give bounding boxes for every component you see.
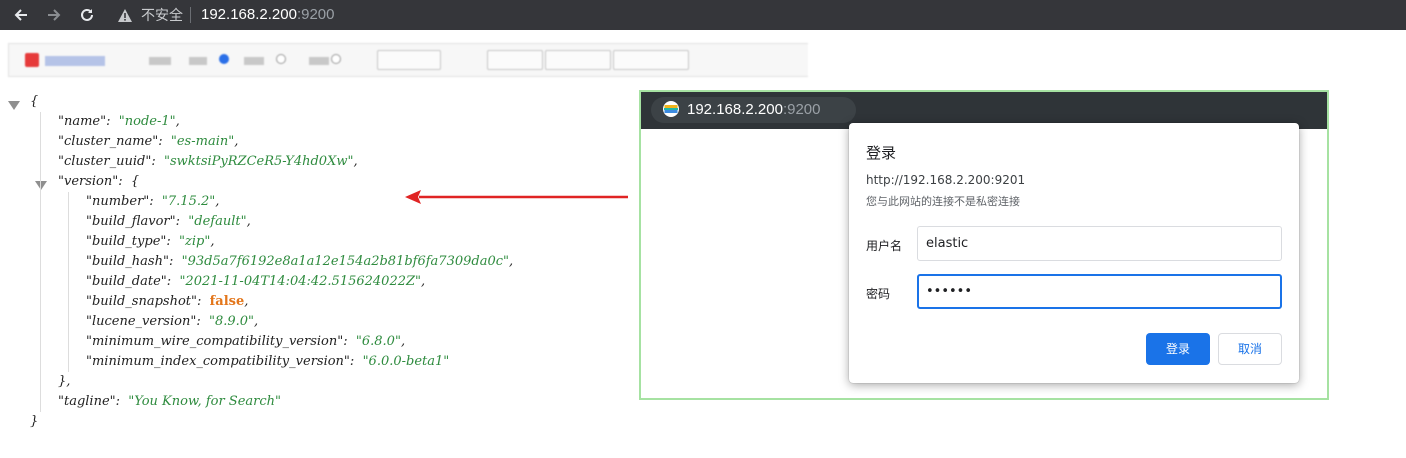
extension-toolbar bbox=[8, 43, 808, 77]
json-value: "6.8.0" bbox=[355, 334, 401, 349]
json-value: "node-1" bbox=[118, 114, 176, 129]
json-line: "lucene_version": "8.9.0", bbox=[86, 314, 259, 329]
json-line: { bbox=[30, 92, 38, 112]
json-key: "name" bbox=[58, 114, 107, 129]
json-line: "tagline": "You Know, for Search" bbox=[58, 394, 282, 409]
json-line: "minimum_index_compatibility_version": "… bbox=[86, 354, 450, 369]
json-key: "build_type" bbox=[86, 234, 167, 249]
json-value: false bbox=[209, 294, 245, 309]
json-line: } bbox=[30, 412, 38, 432]
extension-label bbox=[244, 57, 264, 65]
json-value: { bbox=[30, 94, 39, 109]
extension-label bbox=[309, 57, 329, 65]
browser-toolbar: 不安全 192.168.2.200:9200 bbox=[0, 0, 1406, 30]
security-label[interactable]: 不安全 bbox=[141, 6, 183, 24]
forward-button[interactable] bbox=[42, 3, 66, 27]
json-key: "build_snapshot" bbox=[86, 294, 198, 309]
json-key: "cluster_uuid" bbox=[58, 154, 152, 169]
extension-button[interactable] bbox=[613, 50, 689, 70]
json-value: { bbox=[130, 174, 140, 189]
json-line: "build_type": "zip", bbox=[86, 234, 215, 249]
json-value: "8.9.0" bbox=[208, 314, 255, 329]
password-field[interactable]: •••••• bbox=[917, 274, 1282, 309]
json-line: "version": { bbox=[58, 174, 140, 189]
username-field[interactable]: elastic bbox=[917, 226, 1282, 261]
json-key: "minimum_index_compatibility_version" bbox=[86, 354, 350, 369]
password-label: 密码 bbox=[866, 287, 891, 301]
popup-url[interactable]: 192.168.2.200:9200 bbox=[687, 100, 820, 120]
arrow-right-icon bbox=[48, 9, 61, 21]
address-port: :9200 bbox=[296, 6, 335, 23]
extension-button[interactable] bbox=[487, 50, 543, 70]
auth-dialog: 登录 http://192.168.2.200:9201 您与此网站的连接不是私… bbox=[849, 123, 1299, 383]
extension-name bbox=[45, 56, 105, 66]
login-button[interactable]: 登录 bbox=[1146, 333, 1210, 365]
json-line: "cluster_name": "es-main", bbox=[58, 134, 239, 149]
json-key: "number" bbox=[86, 194, 150, 209]
extension-radio[interactable] bbox=[219, 54, 229, 64]
warning-icon[interactable] bbox=[116, 6, 134, 24]
back-button[interactable] bbox=[9, 3, 33, 27]
username-label: 用户名 bbox=[866, 239, 903, 253]
popup-url-host: 192.168.2.200 bbox=[687, 101, 783, 118]
json-key: "cluster_name" bbox=[58, 134, 159, 149]
popup-url-port: :9200 bbox=[782, 101, 821, 118]
address-host: 192.168.2.200 bbox=[201, 6, 297, 23]
json-key: "build_flavor" bbox=[86, 214, 176, 229]
json-line: "build_hash": "93d5a7f6192e8a1a12e154a2b… bbox=[86, 254, 514, 269]
json-value: "swktsiPyRZCeR5-Y4hd0Xw" bbox=[163, 154, 354, 169]
indent-guide bbox=[40, 112, 41, 412]
extension-label bbox=[149, 57, 171, 65]
extension-button[interactable] bbox=[377, 50, 441, 70]
json-value: }, bbox=[58, 374, 71, 389]
json-value: "93d5a7f6192e8a1a12e154a2b81bf6fa7309da0… bbox=[181, 254, 509, 269]
dialog-title: 登录 bbox=[866, 144, 897, 162]
json-line: "minimum_wire_compatibility_version": "6… bbox=[86, 334, 406, 349]
json-line: "name": "node-1", bbox=[58, 114, 180, 129]
json-value: "6.0.0-beta1" bbox=[362, 354, 450, 369]
json-key: "build_date" bbox=[86, 274, 167, 289]
json-line: "build_flavor": "default", bbox=[86, 214, 251, 229]
collapse-version-icon[interactable] bbox=[35, 181, 47, 190]
json-value: "es-main" bbox=[170, 134, 235, 149]
address-bar[interactable]: 192.168.2.200:9200 bbox=[201, 5, 334, 25]
indent-guide bbox=[68, 192, 69, 372]
json-value: "default" bbox=[188, 214, 247, 229]
elastic-logo-icon bbox=[663, 101, 679, 117]
json-line: }, bbox=[58, 372, 70, 392]
json-line: "number": "7.15.2", bbox=[86, 194, 220, 209]
json-key: "minimum_wire_compatibility_version" bbox=[86, 334, 344, 349]
extension-button[interactable] bbox=[545, 50, 611, 70]
extension-radio[interactable] bbox=[331, 54, 341, 64]
json-key: "version" bbox=[58, 174, 119, 189]
reload-icon bbox=[81, 8, 93, 21]
json-key: "lucene_version" bbox=[86, 314, 197, 329]
json-value: } bbox=[30, 414, 39, 429]
cancel-button[interactable]: 取消 bbox=[1218, 333, 1282, 365]
dialog-connection-note: 您与此网站的连接不是私密连接 bbox=[866, 195, 1020, 208]
json-line: "cluster_uuid": "swktsiPyRZCeR5-Y4hd0Xw"… bbox=[58, 154, 358, 169]
arrow-left-icon bbox=[14, 9, 27, 21]
collapse-root-icon[interactable] bbox=[8, 101, 20, 110]
json-value: "2021-11-04T14:04:42.515624022Z" bbox=[179, 274, 422, 289]
json-value: "zip" bbox=[179, 234, 211, 249]
dialog-url: http://192.168.2.200:9201 bbox=[866, 173, 1026, 187]
reload-button[interactable] bbox=[75, 3, 99, 27]
json-key: "tagline" bbox=[58, 394, 116, 409]
address-divider bbox=[190, 7, 191, 23]
json-key: "build_hash" bbox=[86, 254, 169, 269]
json-line: "build_snapshot": false, bbox=[86, 294, 249, 309]
extension-logo-icon bbox=[25, 53, 39, 67]
json-value: "7.15.2" bbox=[161, 194, 216, 209]
json-value: "You Know, for Search" bbox=[128, 394, 282, 409]
extension-label bbox=[189, 57, 207, 65]
red-arrow-annotation bbox=[405, 190, 628, 204]
extension-radio[interactable] bbox=[276, 54, 286, 64]
json-line: "build_date": "2021-11-04T14:04:42.51562… bbox=[86, 274, 426, 289]
